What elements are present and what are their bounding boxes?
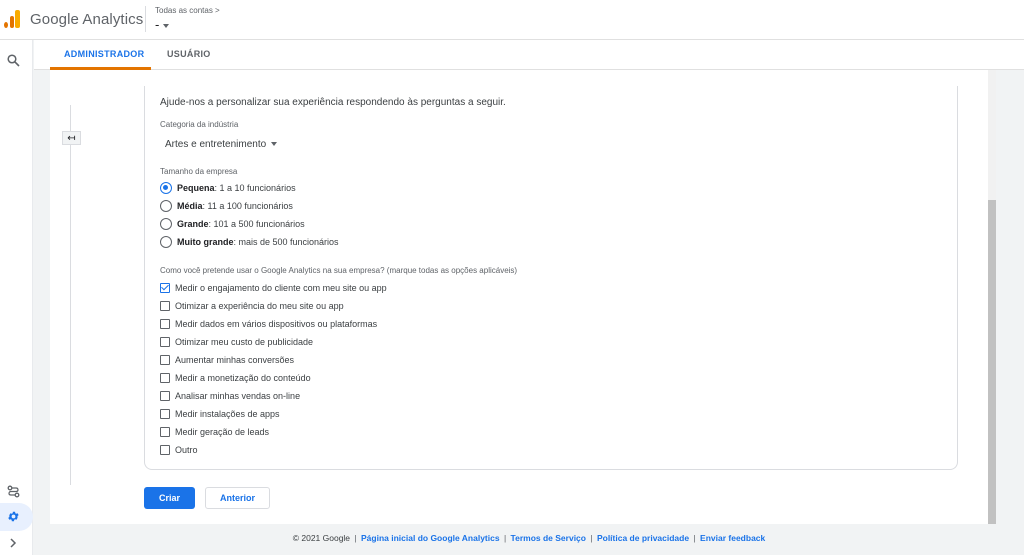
main-content: ↤ Ajude-nos a personalizar sua experiênc… xyxy=(50,70,996,524)
gear-icon[interactable] xyxy=(4,507,22,525)
usage-option-label: Otimizar meu custo de publicidade xyxy=(175,337,314,347)
radio-unselected[interactable] xyxy=(160,218,172,230)
size-label: Tamanho da empresa xyxy=(160,167,238,176)
account-selector[interactable]: - xyxy=(155,17,170,32)
header-divider xyxy=(145,6,146,32)
checkbox[interactable] xyxy=(160,445,170,455)
size-range: : 11 a 100 funcionários xyxy=(202,201,293,211)
usage-option-label: Analisar minhas vendas on-line xyxy=(175,391,301,401)
size-range: : 101 a 500 funcionários xyxy=(208,219,305,229)
back-arrow-icon[interactable]: ↤ xyxy=(62,131,81,145)
usage-option-label: Medir geração de leads xyxy=(175,427,270,437)
checkbox[interactable] xyxy=(160,409,170,419)
radio-selected[interactable] xyxy=(160,182,172,194)
size-option-grande[interactable]: Grande: 101 a 500 funcionários xyxy=(160,217,305,231)
usage-option-label: Aumentar minhas conversões xyxy=(175,355,295,365)
brand-name[interactable]: Google Analytics xyxy=(30,11,143,28)
admin-tabs: ADMINISTRADOR USUÁRIO xyxy=(34,40,1024,70)
usage-option[interactable]: Outro xyxy=(160,444,198,456)
top-bar: Google Analytics Todas as contas > - xyxy=(0,0,1024,40)
footer-link-feedback[interactable]: Enviar feedback xyxy=(700,533,765,543)
usage-option[interactable]: Medir instalações de apps xyxy=(160,408,280,420)
industry-value: Artes e entretenimento xyxy=(165,139,267,150)
copyright: © 2021 Google xyxy=(292,533,351,543)
checkbox[interactable] xyxy=(160,355,170,365)
usage-option[interactable]: Medir o engajamento do cliente com meu s… xyxy=(160,282,387,294)
footer-link-privacy[interactable]: Política de privacidade xyxy=(597,533,689,543)
search-icon[interactable] xyxy=(4,51,22,69)
usage-option[interactable]: Medir geração de leads xyxy=(160,426,269,438)
checkbox[interactable] xyxy=(160,391,170,401)
usage-option[interactable]: Otimizar meu custo de publicidade xyxy=(160,336,313,348)
usage-option-label: Otimizar a experiência do meu site ou ap… xyxy=(175,301,344,311)
usage-option[interactable]: Medir a monetização do conteúdo xyxy=(160,372,311,384)
usage-option[interactable]: Otimizar a experiência do meu site ou ap… xyxy=(160,300,344,312)
step-line xyxy=(70,105,71,485)
usage-option[interactable]: Medir dados em vários dispositivos ou pl… xyxy=(160,318,377,330)
usage-option-label: Medir a monetização do conteúdo xyxy=(175,373,311,383)
routes-icon[interactable] xyxy=(4,482,22,500)
left-rail xyxy=(0,40,33,555)
size-name: Média xyxy=(177,201,203,211)
tab-usuario[interactable]: USUÁRIO xyxy=(167,49,211,59)
checkbox[interactable] xyxy=(160,319,170,329)
usage-option-label: Medir instalações de apps xyxy=(175,409,280,419)
checkbox-checked[interactable] xyxy=(160,283,170,293)
industry-label: Categoria da indústria xyxy=(160,120,239,129)
size-range: : mais de 500 funcionários xyxy=(233,237,339,247)
usage-label: Como você pretende usar o Google Analyti… xyxy=(160,266,518,275)
chevron-down-icon xyxy=(163,23,170,28)
size-name: Pequena xyxy=(177,183,215,193)
size-range: : 1 a 10 funcionários xyxy=(214,183,296,193)
usage-option-label: Outro xyxy=(175,445,198,455)
usage-option[interactable]: Analisar minhas vendas on-line xyxy=(160,390,300,402)
analytics-logo-icon[interactable] xyxy=(4,10,20,28)
size-name: Grande xyxy=(177,219,209,229)
checkbox[interactable] xyxy=(160,301,170,311)
account-selected-value: - xyxy=(155,17,160,32)
business-info-card: Ajude-nos a personalizar sua experiência… xyxy=(144,86,958,470)
usage-option[interactable]: Aumentar minhas conversões xyxy=(160,354,294,366)
previous-button[interactable]: Anterior xyxy=(205,487,270,509)
account-breadcrumb[interactable]: Todas as contas > xyxy=(155,6,220,15)
radio-unselected[interactable] xyxy=(160,236,172,248)
form-intro: Ajude-nos a personalizar sua experiência… xyxy=(160,97,506,108)
industry-dropdown[interactable]: Artes e entretenimento xyxy=(165,139,278,150)
chevron-down-icon xyxy=(271,142,278,147)
create-button[interactable]: Criar xyxy=(144,487,195,509)
size-option-media[interactable]: Média: 11 a 100 funcionários xyxy=(160,199,293,213)
usage-option-label: Medir dados em vários dispositivos ou pl… xyxy=(175,319,378,329)
checkbox[interactable] xyxy=(160,427,170,437)
footer: © 2021 Google | Página inicial do Google… xyxy=(292,533,766,543)
radio-unselected[interactable] xyxy=(160,200,172,212)
footer-link-home[interactable]: Página inicial do Google Analytics xyxy=(361,533,500,543)
checkbox[interactable] xyxy=(160,373,170,383)
scrollbar-thumb[interactable] xyxy=(988,200,996,524)
checkbox[interactable] xyxy=(160,337,170,347)
usage-option-label: Medir o engajamento do cliente com meu s… xyxy=(175,283,387,293)
size-option-pequena[interactable]: Pequena: 1 a 10 funcionários xyxy=(160,181,296,195)
tab-administrador[interactable]: ADMINISTRADOR xyxy=(64,49,144,59)
size-option-muito-grande[interactable]: Muito grande: mais de 500 funcionários xyxy=(160,235,339,249)
size-name: Muito grande xyxy=(177,237,234,247)
footer-link-terms[interactable]: Termos de Serviço xyxy=(511,533,586,543)
